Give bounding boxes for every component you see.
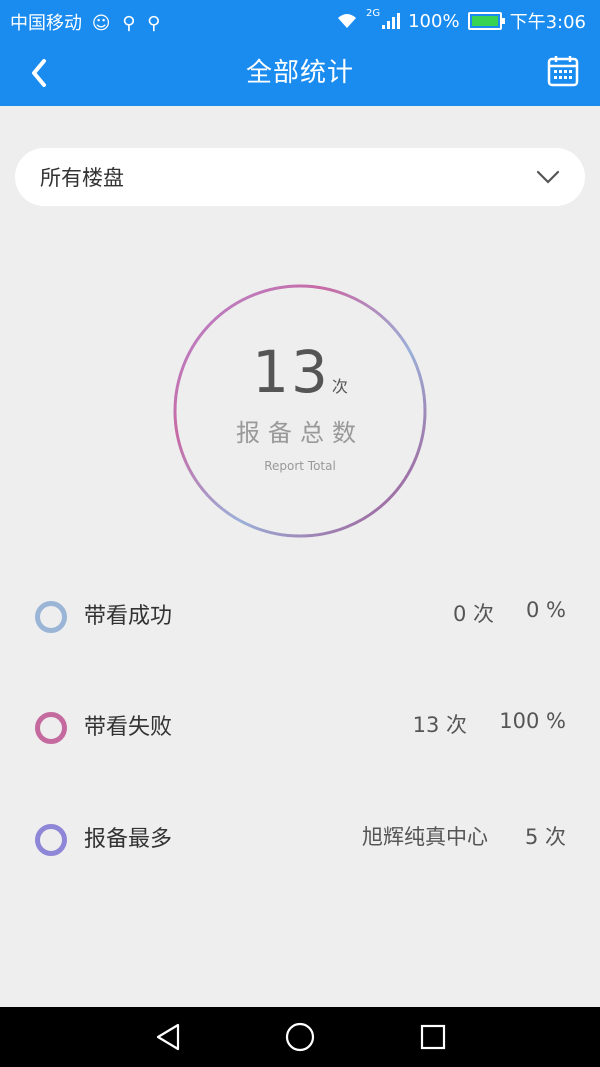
stat-count: 0 次 [452, 602, 494, 626]
circle-home-icon[interactable] [284, 1021, 316, 1053]
time-label: 下午3:06 [509, 12, 586, 33]
square-recent-icon[interactable] [417, 1021, 449, 1053]
carrier-label: 中国移动 [10, 13, 82, 34]
chevron-down-icon [536, 170, 560, 184]
app-bar: 全部统计 [0, 40, 600, 106]
page-title: 全部统计 [245, 58, 354, 88]
status-dot-icon [35, 601, 67, 633]
usb-icon-2: ⚲ [147, 13, 161, 34]
stat-percent: 0 % [526, 598, 566, 622]
status-dot-icon [35, 824, 67, 856]
top-property-count: 5 次 [524, 825, 566, 849]
total-label-en: Report Total [264, 459, 336, 473]
face-icon: ☺ [91, 13, 111, 34]
stat-row-most: 报备最多 旭辉纯真中心 5 次 [0, 811, 600, 871]
status-bar: 中国移动 ☺ ⚲ ⚲ 2G 100% 下午3:06 [0, 0, 600, 40]
stat-name: 带看成功 [84, 604, 173, 629]
total-label: 报备总数 [236, 419, 364, 447]
battery-icon [467, 12, 505, 30]
total-unit: 次 [331, 377, 348, 396]
stat-count: 13 次 [412, 713, 467, 737]
total-count: 13 次 [0, 338, 600, 406]
signal-icon [382, 13, 401, 29]
battery-label: 100% [408, 10, 460, 32]
stat-row-success: 带看成功 0 次 0 % [0, 588, 600, 648]
network-label: 2G [365, 8, 381, 19]
usb-icon: ⚲ [122, 13, 136, 34]
top-property-name: 旭辉纯真中心 [362, 825, 488, 849]
total-number: 13 [252, 338, 330, 406]
property-selector[interactable]: 所有楼盘 [15, 148, 585, 206]
stat-name: 报备最多 [84, 827, 173, 852]
stat-name: 带看失败 [84, 715, 173, 740]
triangle-back-icon[interactable] [152, 1021, 184, 1053]
header: 中国移动 ☺ ⚲ ⚲ 2G 100% 下午3:06 全部统计 [0, 0, 600, 106]
calendar-icon[interactable] [546, 54, 580, 88]
carrier-group: 中国移动 ☺ ⚲ ⚲ [10, 9, 160, 35]
status-right: 2G 100% 下午3:06 [336, 8, 586, 34]
wifi-icon [337, 14, 356, 28]
status-dot-icon [35, 712, 67, 744]
total-ring [173, 284, 427, 538]
system-nav-bar [0, 1007, 600, 1067]
selector-value: 所有楼盘 [40, 166, 124, 190]
stat-percent: 100 % [499, 709, 566, 733]
stat-row-failed: 带看失败 13 次 100 % [0, 699, 600, 759]
